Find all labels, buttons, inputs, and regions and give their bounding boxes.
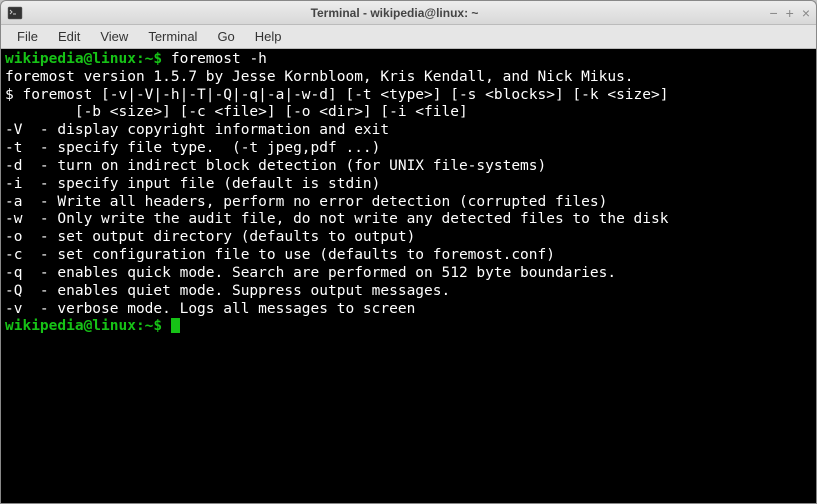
- menu-terminal[interactable]: Terminal: [138, 26, 207, 47]
- output-line: [-b <size>] [-c <file>] [-o <dir>] [-i <…: [5, 104, 812, 122]
- output-line: foremost version 1.5.7 by Jesse Kornbloo…: [5, 69, 812, 87]
- menu-go[interactable]: Go: [207, 26, 244, 47]
- output-line: -q - enables quick mode. Search are perf…: [5, 265, 812, 283]
- titlebar[interactable]: Terminal - wikipedia@linux: ~ − + ×: [1, 1, 816, 25]
- window-controls: − + ×: [760, 6, 810, 20]
- menu-view[interactable]: View: [90, 26, 138, 47]
- prompt: wikipedia@linux:~$: [5, 51, 171, 67]
- output-line: -c - set configuration file to use (defa…: [5, 247, 812, 265]
- output-line: -a - Write all headers, perform no error…: [5, 194, 812, 212]
- terminal-window: Terminal - wikipedia@linux: ~ − + × File…: [0, 0, 817, 504]
- output-line: -w - Only write the audit file, do not w…: [5, 211, 812, 229]
- command: foremost -h: [171, 51, 267, 67]
- menu-edit[interactable]: Edit: [48, 26, 90, 47]
- prompt: wikipedia@linux:~$: [5, 318, 171, 334]
- window-title: Terminal - wikipedia@linux: ~: [29, 6, 760, 20]
- menu-help[interactable]: Help: [245, 26, 292, 47]
- close-button[interactable]: ×: [802, 6, 810, 20]
- output-line: -v - verbose mode. Logs all messages to …: [5, 301, 812, 319]
- output-line: -o - set output directory (defaults to o…: [5, 229, 812, 247]
- terminal-icon: [7, 5, 23, 21]
- output-line: -t - specify file type. (-t jpeg,pdf ...…: [5, 140, 812, 158]
- menu-file[interactable]: File: [7, 26, 48, 47]
- output-line: -i - specify input file (default is stdi…: [5, 176, 812, 194]
- output-line: -d - turn on indirect block detection (f…: [5, 158, 812, 176]
- menubar: File Edit View Terminal Go Help: [1, 25, 816, 49]
- minimize-button[interactable]: −: [769, 6, 777, 20]
- output-line: $ foremost [-v|-V|-h|-T|-Q|-q|-a|-w-d] […: [5, 87, 812, 105]
- maximize-button[interactable]: +: [786, 6, 794, 20]
- output-line: -V - display copyright information and e…: [5, 122, 812, 140]
- output-line: -Q - enables quiet mode. Suppress output…: [5, 283, 812, 301]
- cursor: [171, 318, 180, 333]
- terminal-output[interactable]: wikipedia@linux:~$ foremost -h foremost v…: [1, 49, 816, 503]
